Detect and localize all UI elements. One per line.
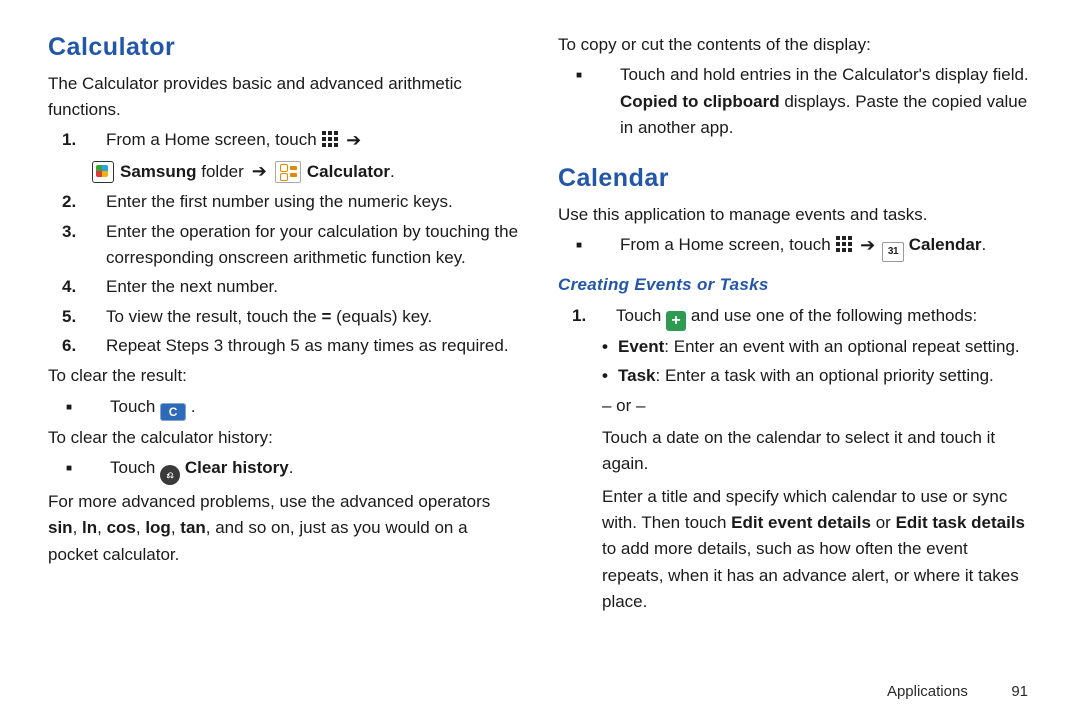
event-bullet: • Event: Enter an event with an optional…: [602, 334, 1032, 360]
step-2: 2. Enter the first number using the nume…: [48, 189, 522, 215]
step-6: 6. Repeat Steps 3 through 5 as many time…: [48, 333, 522, 359]
clear-result-item: ■ Touch C .: [48, 394, 522, 421]
step-1-line2: Samsung folder ➔ Calculator.: [92, 158, 522, 186]
advanced-operators-para: For more advanced problems, use the adva…: [48, 489, 522, 568]
subheading-creating-events: Creating Events or Tasks: [558, 272, 1032, 298]
calculator-app-icon: [275, 161, 301, 183]
touch-date-para: Touch a date on the calendar to select i…: [602, 425, 1032, 478]
page-footer: Applications 91: [48, 675, 1032, 700]
c-key-icon: C: [160, 403, 186, 421]
step-1: 1. From a Home screen, touch ➔: [48, 127, 522, 155]
heading-calendar: Calendar: [558, 159, 1032, 198]
right-column: To copy or cut the contents of the displ…: [558, 28, 1032, 675]
two-column-layout: Calculator The Calculator provides basic…: [48, 28, 1032, 675]
clear-history-item: ■ Touch ⎌ Clear history.: [48, 455, 522, 485]
calculator-steps: 1. From a Home screen, touch ➔ Samsung f…: [48, 127, 522, 359]
left-column: Calculator The Calculator provides basic…: [48, 28, 522, 675]
manual-page: Calculator The Calculator provides basic…: [0, 0, 1080, 720]
task-bullet: • Task: Enter a task with an optional pr…: [602, 363, 1032, 389]
clear-result-intro: To clear the result:: [48, 363, 522, 389]
samsung-folder-icon: [92, 161, 114, 183]
heading-calculator: Calculator: [48, 28, 522, 67]
arrow-icon: ➔: [346, 127, 361, 155]
or-separator: – or –: [602, 393, 1032, 419]
create-step-1: 1. Touch + and use one of the following …: [558, 303, 1032, 331]
footer-section-label: Applications: [887, 683, 968, 700]
clear-history-icon: ⎌: [160, 465, 180, 485]
calculator-intro: The Calculator provides basic and advanc…: [48, 71, 522, 124]
arrow-icon: ➔: [252, 158, 267, 186]
step-3: 3. Enter the operation for your calculat…: [48, 219, 522, 272]
calendar-open-item: ■ From a Home screen, touch ➔ 31 Calenda…: [558, 232, 1032, 262]
calendar-intro: Use this application to manage events an…: [558, 202, 1032, 228]
apps-grid-icon: [321, 130, 339, 148]
step-5: 5. To view the result, touch the = (equa…: [48, 304, 522, 330]
plus-icon: +: [666, 311, 686, 331]
page-number: 91: [988, 683, 1028, 700]
step-4: 4. Enter the next number.: [48, 274, 522, 300]
enter-title-para: Enter a title and specify which calendar…: [602, 484, 1032, 616]
clear-history-intro: To clear the calculator history:: [48, 425, 522, 451]
calendar-app-icon: 31: [882, 242, 904, 262]
copy-cut-intro: To copy or cut the contents of the displ…: [558, 32, 1032, 58]
copy-cut-item: ■ Touch and hold entries in the Calculat…: [558, 62, 1032, 141]
arrow-icon: ➔: [860, 232, 875, 260]
apps-grid-icon: [835, 235, 853, 253]
